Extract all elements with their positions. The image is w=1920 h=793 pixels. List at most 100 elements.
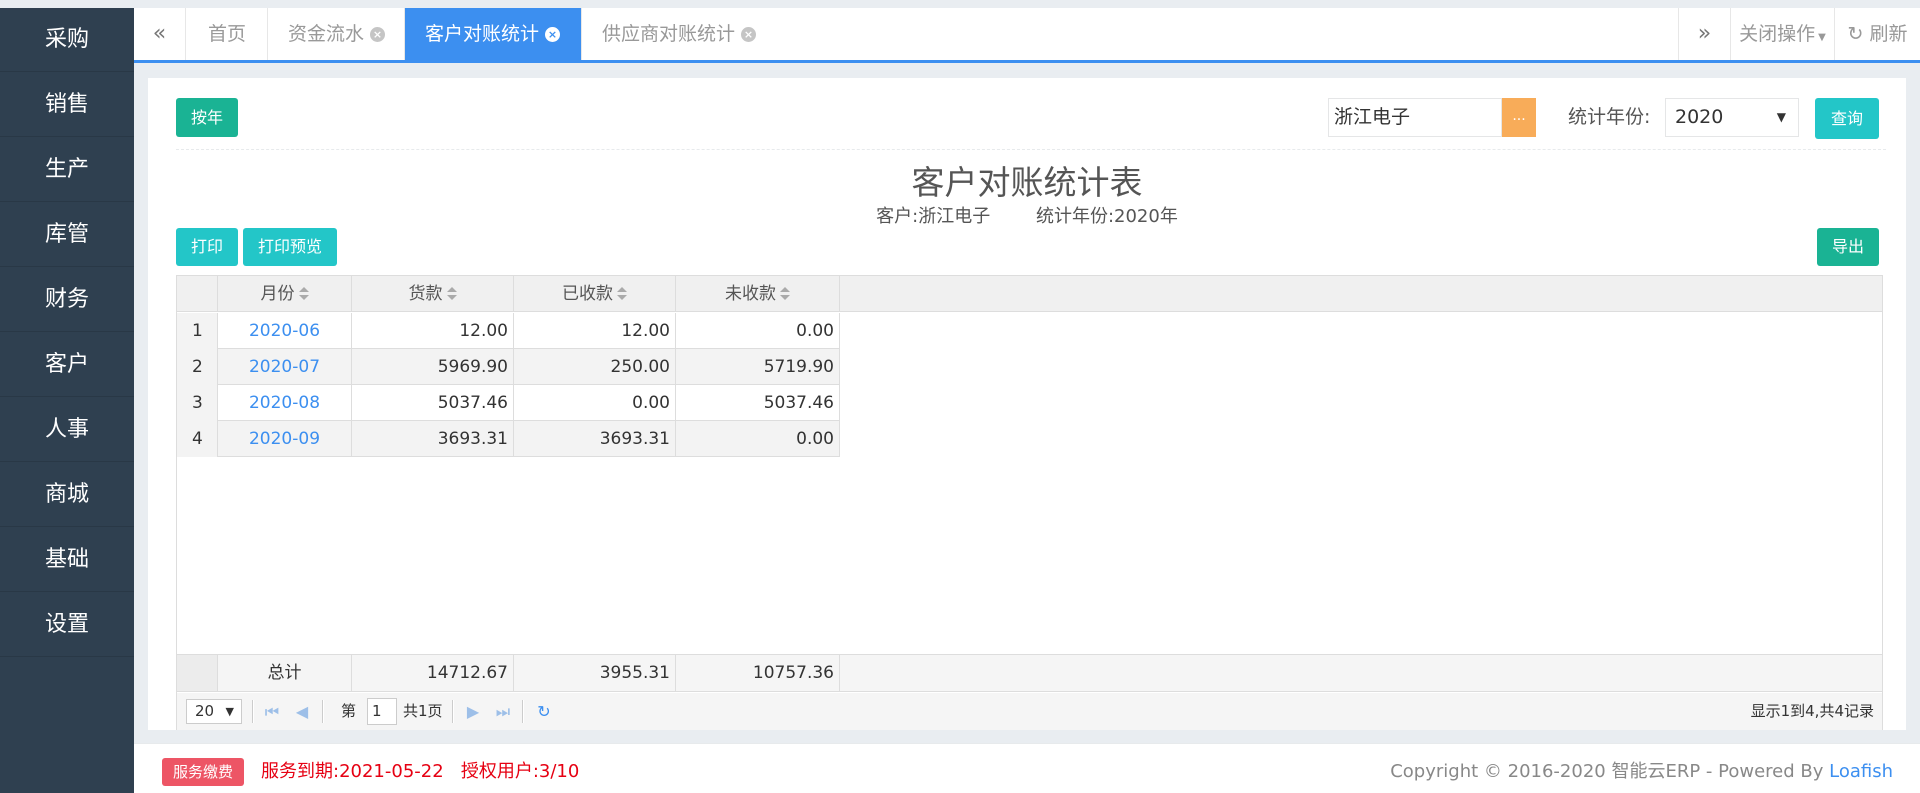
reload-icon[interactable]: ↻: [533, 699, 555, 724]
sidebar-item-sales[interactable]: 销售: [0, 73, 134, 137]
page-prefix: 第: [341, 702, 357, 720]
sidebar-item-customer[interactable]: 客户: [0, 333, 134, 397]
table-row[interactable]: 2 2020-07 5969.90 250.00 5719.90: [177, 349, 840, 385]
tab-supplier-statement[interactable]: 供应商对账统计 ×: [582, 8, 760, 60]
page-size-value: 20: [195, 702, 215, 720]
amount-cell: 5037.46: [352, 385, 514, 421]
row-number: 3: [177, 385, 218, 421]
column-header-received[interactable]: 已收款: [514, 276, 676, 312]
double-chevron-left-icon: «: [152, 21, 167, 46]
column-header-month[interactable]: 月份: [218, 276, 352, 312]
sidebar-item-finance[interactable]: 财务: [0, 268, 134, 332]
print-button[interactable]: 打印: [176, 228, 238, 266]
tab-customer-statement[interactable]: 客户对账统计 ×: [405, 8, 582, 60]
by-year-button[interactable]: 按年: [176, 98, 238, 137]
pagination-bar: 20 ▼ ⏮ ◀ 第 1 共1页 ▶ ⏭ ↻ 显示1到4,共4记录: [177, 693, 1882, 730]
report-title: 客户对账统计表: [911, 163, 1143, 202]
close-icon[interactable]: ×: [741, 27, 757, 42]
table-header: 月份 货款 已收款 未收款: [177, 276, 1882, 312]
tab-label: 客户对账统计: [425, 23, 540, 45]
column-header-amount[interactable]: 货款: [352, 276, 514, 312]
month-link[interactable]: 2020-07: [218, 349, 352, 385]
customer-select-input[interactable]: 浙江电子: [1328, 98, 1502, 137]
close-ops-dropdown[interactable]: 关闭操作 ▼: [1730, 8, 1834, 60]
year-label: 统计年份:: [1568, 106, 1651, 128]
export-button[interactable]: 导出: [1817, 228, 1879, 266]
prev-page-icon[interactable]: ◀: [291, 699, 313, 724]
received-cell: 3693.31: [514, 421, 676, 457]
unreceived-cell: 0.00: [676, 421, 840, 457]
close-ops-label: 关闭操作: [1739, 23, 1816, 45]
tab-fund-flow[interactable]: 资金流水 ×: [268, 8, 405, 60]
sidebar-item-production[interactable]: 生产: [0, 138, 134, 202]
amount-cell: 12.00: [352, 313, 514, 349]
month-link[interactable]: 2020-06: [218, 313, 352, 349]
sort-icon: [298, 287, 309, 301]
header-rownum: [177, 276, 218, 312]
scroll-left-button[interactable]: «: [134, 8, 186, 60]
column-header-unreceived[interactable]: 未收款: [676, 276, 840, 312]
unreceived-cell: 5719.90: [676, 349, 840, 385]
tab-home[interactable]: 首页: [186, 8, 268, 60]
total-label: 总计: [218, 655, 352, 691]
last-page-icon[interactable]: ⏭: [492, 699, 514, 724]
divider: [522, 700, 524, 723]
page-total: 共1页: [403, 702, 443, 720]
close-icon[interactable]: ×: [370, 27, 386, 42]
tab-label: 供应商对账统计: [602, 23, 736, 45]
sort-icon: [446, 287, 457, 301]
page-size-select[interactable]: 20 ▼: [186, 699, 242, 724]
next-page-icon[interactable]: ▶: [462, 699, 484, 724]
refresh-button[interactable]: ↻ 刷新: [1834, 8, 1920, 60]
copyright-text: Copyright © 2016-2020 智能云ERP - Powered B…: [1390, 761, 1824, 782]
copyright: Copyright © 2016-2020 智能云ERP - Powered B…: [1390, 758, 1893, 786]
first-page-icon[interactable]: ⏮: [261, 699, 283, 724]
report-customer: 客户:浙江电子: [876, 206, 991, 227]
close-icon[interactable]: ×: [545, 27, 561, 42]
sidebar-item-purchase[interactable]: 采购: [0, 8, 134, 72]
total-received: 3955.31: [514, 655, 676, 691]
table-row[interactable]: 4 2020-09 3693.31 3693.31 0.00: [177, 421, 840, 457]
row-number: 2: [177, 349, 218, 385]
double-chevron-right-icon: »: [1697, 21, 1712, 46]
table-row[interactable]: 3 2020-08 5037.46 0.00 5037.46: [177, 385, 840, 421]
month-link[interactable]: 2020-09: [218, 421, 352, 457]
unreceived-cell: 0.00: [676, 313, 840, 349]
customer-select-trigger[interactable]: ...: [1502, 98, 1536, 137]
tab-label: 首页: [208, 23, 247, 45]
page-number-input[interactable]: 1: [367, 698, 397, 725]
service-payment-button[interactable]: 服务缴费: [162, 758, 244, 786]
print-preview-button[interactable]: 打印预览: [243, 228, 337, 266]
received-cell: 12.00: [514, 313, 676, 349]
caret-down-icon: ▼: [1818, 32, 1826, 43]
received-cell: 0.00: [514, 385, 676, 421]
sidebar-item-hr[interactable]: 人事: [0, 398, 134, 462]
year-select[interactable]: 2020 ▼: [1665, 98, 1799, 137]
total-amount: 14712.67: [352, 655, 514, 691]
sort-icon: [780, 287, 790, 301]
report-subtitle: 客户:浙江电子 统计年份:2020年: [148, 202, 1906, 228]
sidebar-item-settings[interactable]: 设置: [0, 593, 134, 657]
sidebar-item-mall[interactable]: 商城: [0, 463, 134, 527]
service-expire: 服务到期:2021-05-22: [261, 761, 444, 782]
service-info: 服务到期:2021-05-22 授权用户:3/10: [261, 758, 579, 786]
scroll-right-button[interactable]: »: [1678, 8, 1730, 60]
divider: [252, 700, 254, 723]
total-unreceived: 10757.36: [676, 655, 840, 691]
table-row[interactable]: 1 2020-06 12.00 12.00 0.00: [177, 313, 840, 349]
sort-icon: [617, 287, 627, 301]
sidebar-item-warehouse[interactable]: 库管: [0, 203, 134, 267]
refresh-icon: ↻: [1847, 23, 1864, 45]
query-button[interactable]: 查询: [1815, 98, 1879, 139]
powered-by-link[interactable]: Loafish: [1829, 761, 1893, 782]
erp-page: 采购 销售 生产 库管 财务 客户 人事 商城 基础 设置 « 首页 资金流水 ×…: [0, 0, 1920, 793]
report-year: 统计年份:2020年: [1035, 206, 1178, 227]
sidebar-item-basic[interactable]: 基础: [0, 528, 134, 592]
unreceived-cell: 5037.46: [676, 385, 840, 421]
amount-cell: 3693.31: [352, 421, 514, 457]
statement-table: 月份 货款 已收款 未收款 1 2020-06 12.00 12.00 0.00: [176, 275, 1883, 730]
amount-cell: 5969.90: [352, 349, 514, 385]
divider: [322, 700, 324, 723]
content-panel: 按年 浙江电子 ... 统计年份: 2020 ▼ 查询 客户对账统计表 客户:浙…: [148, 78, 1906, 730]
month-link[interactable]: 2020-08: [218, 385, 352, 421]
